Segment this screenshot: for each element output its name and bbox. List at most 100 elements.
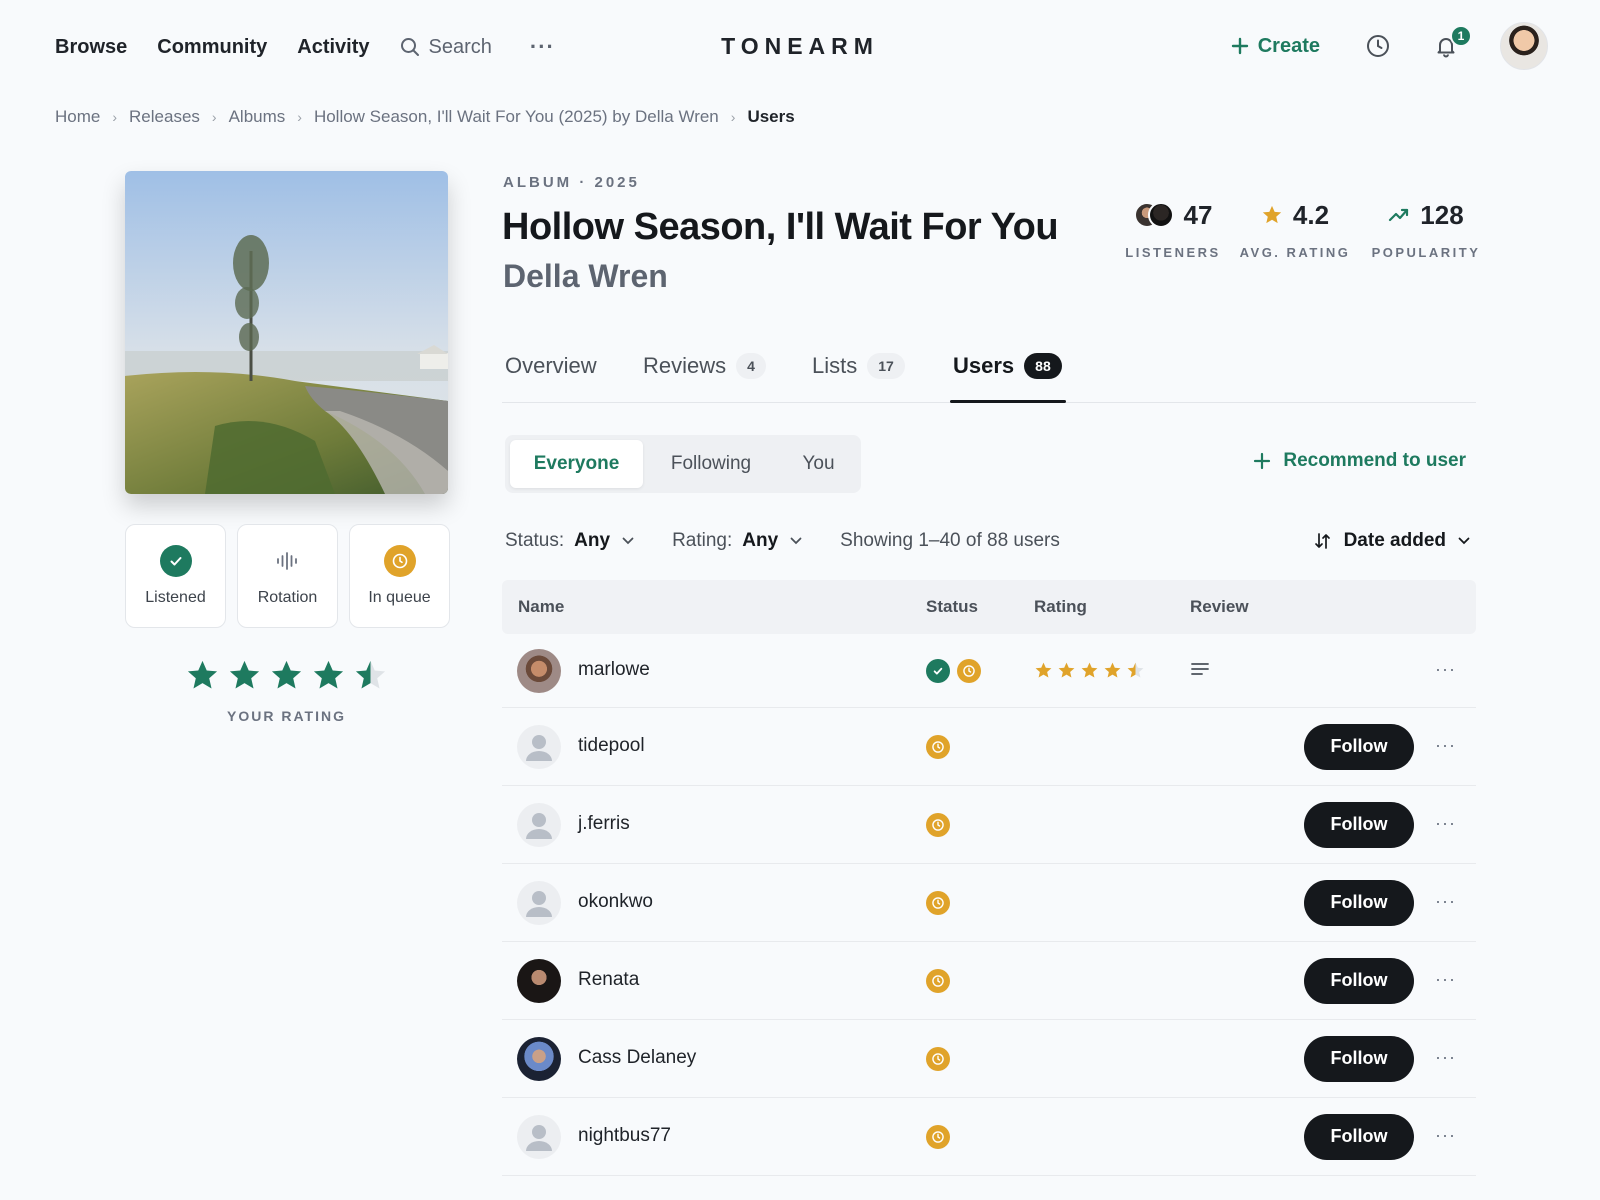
follow-button[interactable]: Follow <box>1304 1035 1414 1082</box>
row-more-button[interactable]: ··· <box>1435 969 1456 990</box>
star-icon <box>229 660 260 689</box>
user-name[interactable]: okonkwo <box>578 891 653 913</box>
clock-icon <box>383 545 416 577</box>
user-status <box>926 812 950 837</box>
user-avatar[interactable] <box>517 958 561 1003</box>
trending-up-icon <box>1389 208 1409 222</box>
status-filter[interactable]: Status: Any <box>505 530 672 552</box>
table-row: marlowe ··· <box>502 634 1476 708</box>
person-placeholder-icon <box>526 890 552 917</box>
user-avatar[interactable] <box>517 1114 561 1159</box>
table-row: j.ferris Follow ··· <box>502 786 1476 864</box>
table-row: Renata Follow ··· <box>502 942 1476 1020</box>
user-name[interactable]: marlowe <box>578 659 650 681</box>
star-icon <box>271 660 302 689</box>
follow-button[interactable]: Follow <box>1304 879 1414 926</box>
tab-overview[interactable]: Overview <box>505 353 597 379</box>
user-avatar[interactable] <box>517 724 561 769</box>
review-text-icon[interactable] <box>1190 661 1210 682</box>
notifications-button[interactable]: 1 <box>1432 25 1472 60</box>
create-button[interactable]: Create <box>1231 35 1320 58</box>
listener-avatars <box>1133 202 1174 228</box>
table-row: Cass Delaney Follow ··· <box>502 1020 1476 1098</box>
breadcrumb-current: Users <box>747 107 795 126</box>
user-avatar[interactable] <box>517 648 561 693</box>
queued-clock-icon <box>926 968 950 993</box>
segment-everyone[interactable]: Everyone <box>510 440 643 488</box>
listened-check-icon <box>926 658 950 683</box>
user-name[interactable]: j.ferris <box>578 813 630 835</box>
chevron-right-icon: › <box>730 109 736 125</box>
row-more-button[interactable]: ··· <box>1435 735 1456 756</box>
chevron-right-icon: › <box>112 109 118 125</box>
queued-clock-icon <box>926 812 950 837</box>
follow-button[interactable]: Follow <box>1304 723 1414 770</box>
row-more-button[interactable]: ··· <box>1435 659 1456 680</box>
popularity-value: 128 <box>1420 199 1464 230</box>
stat-popularity: 128 POPULARITY <box>1370 198 1482 261</box>
recommend-button[interactable]: Recommend to user <box>1253 450 1466 472</box>
status-filter-value: Any <box>574 530 611 551</box>
tab-lists[interactable]: Lists 17 <box>812 353 905 379</box>
stat-listeners[interactable]: 47 LISTENERS <box>1120 198 1226 261</box>
table-row: tidepool Follow ··· <box>502 708 1476 786</box>
breadcrumb-home[interactable]: Home <box>55 107 100 127</box>
rating-stars[interactable] <box>125 658 448 693</box>
tab-users-count: 88 <box>1024 353 1062 379</box>
user-avatar[interactable] <box>1500 22 1548 70</box>
person-placeholder-icon <box>526 734 552 761</box>
user-status <box>926 968 950 993</box>
user-name[interactable]: Renata <box>578 969 639 991</box>
user-avatar[interactable] <box>517 1036 561 1081</box>
follow-button[interactable]: Follow <box>1304 1113 1414 1160</box>
stat-avg-rating: 4.2 AVG. RATING <box>1238 198 1352 261</box>
row-more-button[interactable]: ··· <box>1435 891 1456 912</box>
user-avatar[interactable] <box>517 802 561 847</box>
star-icon <box>187 660 218 689</box>
chevron-down-icon <box>1458 537 1470 545</box>
rating-filter[interactable]: Rating: Any <box>672 530 840 552</box>
tab-users[interactable]: Users 88 <box>953 353 1062 379</box>
chevron-down-icon <box>790 537 802 545</box>
tab-reviews[interactable]: Reviews 4 <box>643 353 766 379</box>
segment-you[interactable]: You <box>781 440 856 488</box>
tab-lists-label: Lists <box>812 353 858 378</box>
table-row: okonkwo Follow ··· <box>502 864 1476 942</box>
table-header: Name Status Rating Review <box>502 580 1476 634</box>
row-more-button[interactable]: ··· <box>1435 813 1456 834</box>
user-avatar[interactable] <box>517 880 561 925</box>
row-more-button[interactable]: ··· <box>1435 1125 1456 1146</box>
breadcrumb-releases[interactable]: Releases <box>129 107 200 127</box>
queue-button[interactable]: In queue <box>349 524 450 628</box>
users-table: Name Status Rating Review marlowe ··· tide… <box>502 580 1476 1176</box>
follow-button[interactable]: Follow <box>1304 801 1414 848</box>
row-more-button[interactable]: ··· <box>1435 1047 1456 1068</box>
header-name[interactable]: Name <box>518 597 564 617</box>
segment-following[interactable]: Following <box>646 440 776 488</box>
plus-icon <box>1231 37 1248 55</box>
queued-clock-icon <box>957 658 981 683</box>
listeners-value: 47 <box>1183 199 1213 230</box>
user-name[interactable]: Cass Delaney <box>578 1047 696 1069</box>
listened-button[interactable]: Listened <box>125 524 226 628</box>
header-status[interactable]: Status <box>926 597 978 617</box>
queued-clock-icon <box>926 1046 950 1071</box>
history-button[interactable] <box>1364 32 1392 60</box>
follow-button[interactable]: Follow <box>1304 957 1414 1004</box>
header-review[interactable]: Review <box>1190 597 1249 617</box>
user-name[interactable]: tidepool <box>578 735 645 757</box>
user-name[interactable]: nightbus77 <box>578 1125 671 1147</box>
sort-dropdown[interactable]: Date added <box>1314 530 1470 552</box>
breadcrumb-albums[interactable]: Albums <box>229 107 286 127</box>
status-filter-label: Status: <box>505 530 565 551</box>
album-cover <box>125 171 448 494</box>
star-icon <box>313 660 344 689</box>
header-rating[interactable]: Rating <box>1034 597 1087 617</box>
your-rating: YOUR RATING <box>125 658 448 724</box>
chevron-right-icon: › <box>297 109 302 125</box>
rotation-button[interactable]: Rotation <box>237 524 338 628</box>
breadcrumb-album[interactable]: Hollow Season, I'll Wait For You (2025) … <box>314 107 719 127</box>
popularity-label: POPULARITY <box>1371 245 1481 260</box>
rating-filter-value: Any <box>742 530 779 551</box>
artist-link[interactable]: Della Wren <box>503 258 668 295</box>
